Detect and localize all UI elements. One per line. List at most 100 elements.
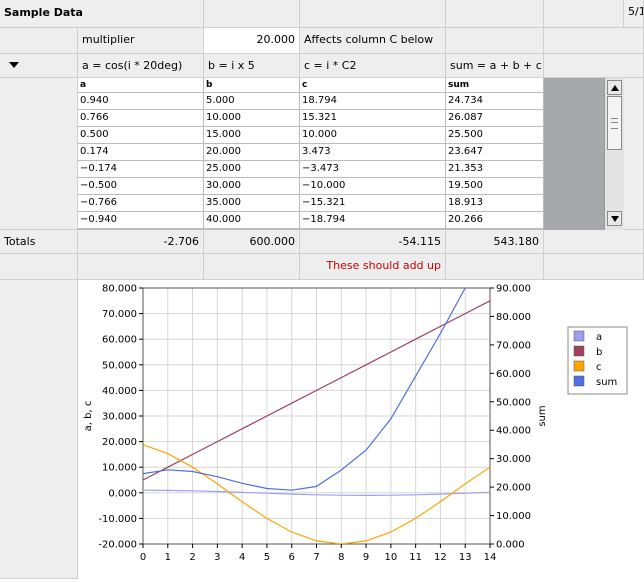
y-right-tick-label: 30.000 — [496, 454, 531, 465]
x-tick-label: 9 — [363, 552, 369, 563]
x-tick-label: 14 — [484, 552, 497, 563]
cell-c-warn[interactable] — [204, 254, 300, 280]
table-cell-b[interactable]: 30.000 — [204, 178, 300, 195]
y-right-tick-label: 10.000 — [496, 511, 531, 522]
table-header-a[interactable]: a — [78, 78, 204, 93]
y-right-axis-label: sum — [537, 405, 548, 426]
table-header-b[interactable]: b — [204, 78, 300, 93]
legend-label-c: c — [596, 362, 602, 373]
table-cell-c[interactable]: 18.794 — [300, 93, 446, 110]
total-sum: 543.180 — [446, 230, 544, 254]
legend-swatch-a — [573, 330, 585, 342]
table-cell-a[interactable]: 0.766 — [78, 110, 204, 127]
cell-f2[interactable] — [544, 28, 644, 54]
collapse-toggle[interactable] — [0, 54, 78, 78]
cell-d1[interactable] — [300, 0, 446, 28]
table-cell-c[interactable]: 3.473 — [300, 144, 446, 161]
col-header-b: b = i x 5 — [204, 54, 300, 78]
table-cell-b[interactable]: 15.000 — [204, 127, 300, 144]
table-cell-sum[interactable]: 21.353 — [446, 161, 544, 178]
row-header — [0, 28, 78, 54]
table-cell-b[interactable]: 40.000 — [204, 212, 300, 229]
triangle-down-icon[interactable] — [9, 62, 19, 68]
table-cell-a[interactable]: −0.500 — [78, 178, 204, 195]
data-table[interactable]: a b c sum 0.940 5.000 18.794 24.734 0.766 10.… — [78, 78, 624, 230]
multiplier-label: multiplier — [78, 28, 204, 54]
table-cell-a[interactable]: −0.174 — [78, 161, 204, 178]
x-tick-label: 7 — [313, 552, 319, 563]
table-cell-a[interactable]: 0.940 — [78, 93, 204, 110]
cell-e-warn[interactable] — [446, 254, 544, 280]
table-cell-a[interactable]: −0.766 — [78, 195, 204, 212]
legend-label-b: b — [596, 347, 602, 358]
col-header-sum: sum = a + b + c — [446, 54, 544, 78]
y-left-tick-label: 20.000 — [102, 437, 137, 448]
cell-f-warn[interactable] — [544, 254, 644, 280]
corner-text: 5/1 — [624, 0, 644, 28]
table-cell-b[interactable]: 5.000 — [204, 93, 300, 110]
table-cell-c[interactable]: −15.321 — [300, 195, 446, 212]
table-scrollbar[interactable] — [604, 78, 624, 230]
x-tick-label: 8 — [338, 552, 344, 563]
line-chart: 80.00070.00060.00050.00040.00030.00020.0… — [83, 284, 628, 563]
table-cell-c[interactable]: 15.321 — [300, 110, 446, 127]
x-tick-label: 2 — [189, 552, 195, 563]
table-cell-sum[interactable]: 19.500 — [446, 178, 544, 195]
table-cell-sum[interactable]: 25.500 — [446, 127, 544, 144]
table-header-c[interactable]: c — [300, 78, 446, 93]
table-cell-b[interactable]: 20.000 — [204, 144, 300, 161]
y-right-tick-label: 80.000 — [496, 312, 531, 323]
scroll-thumb[interactable] — [607, 96, 622, 150]
cell-f3[interactable] — [544, 54, 644, 78]
y-left-tick-label: 30.000 — [102, 412, 137, 423]
legend-swatch-sum — [573, 375, 585, 387]
x-tick-label: 4 — [239, 552, 245, 563]
table-empty-area — [544, 78, 604, 230]
legend-swatch-c — [573, 360, 585, 372]
y-right-tick-label: 60.000 — [496, 369, 531, 380]
y-left-tick-label: 70.000 — [102, 309, 137, 320]
arrow-up-icon — [611, 85, 619, 91]
x-tick-label: 6 — [289, 552, 295, 563]
cell-f-totals[interactable] — [544, 230, 644, 254]
table-cell-a[interactable]: 0.500 — [78, 127, 204, 144]
arrow-down-icon — [611, 216, 619, 222]
table-cell-b[interactable]: 25.000 — [204, 161, 300, 178]
table-cell-b[interactable]: 35.000 — [204, 195, 300, 212]
table-cell-sum[interactable]: 18.913 — [446, 195, 544, 212]
total-c: -54.115 — [300, 230, 446, 254]
cell-f1[interactable] — [544, 0, 624, 28]
table-cell-sum[interactable]: 23.647 — [446, 144, 544, 161]
scroll-up-button[interactable] — [607, 80, 622, 95]
cell-a-warn[interactable] — [0, 254, 78, 280]
table-cell-sum[interactable]: 26.087 — [446, 110, 544, 127]
table-cell-c[interactable]: −3.473 — [300, 161, 446, 178]
row-gutter — [0, 78, 78, 230]
table-cell-b[interactable]: 10.000 — [204, 110, 300, 127]
chart-row-gutter — [0, 280, 78, 579]
cell-g-table[interactable] — [624, 78, 644, 230]
cell-e2[interactable] — [446, 28, 544, 54]
table-header-sum[interactable]: sum — [446, 78, 544, 93]
table-cell-c[interactable]: −10.000 — [300, 178, 446, 195]
scroll-down-button[interactable] — [607, 211, 622, 226]
y-left-tick-label: -10.000 — [98, 514, 137, 525]
y-left-axis-label: a, b, c — [83, 401, 94, 432]
y-left-tick-label: 50.000 — [102, 360, 137, 371]
table-cell-a[interactable]: 0.174 — [78, 144, 204, 161]
y-left-tick-label: 60.000 — [102, 335, 137, 346]
totals-label: Totals — [0, 230, 78, 254]
table-cell-c[interactable]: 10.000 — [300, 127, 446, 144]
x-tick-label: 5 — [264, 552, 270, 563]
table-cell-c[interactable]: −18.794 — [300, 212, 446, 229]
table-cell-sum[interactable]: 20.266 — [446, 212, 544, 229]
cell-c1[interactable] — [204, 0, 300, 28]
x-tick-label: 13 — [459, 552, 472, 563]
multiplier-input[interactable]: 20.000 — [204, 28, 300, 54]
table-cell-a[interactable]: −0.940 — [78, 212, 204, 229]
y-right-tick-label: 50.000 — [496, 397, 531, 408]
cell-e1[interactable] — [446, 0, 544, 28]
x-tick-label: 10 — [384, 552, 397, 563]
table-cell-sum[interactable]: 24.734 — [446, 93, 544, 110]
cell-b-warn[interactable] — [78, 254, 204, 280]
